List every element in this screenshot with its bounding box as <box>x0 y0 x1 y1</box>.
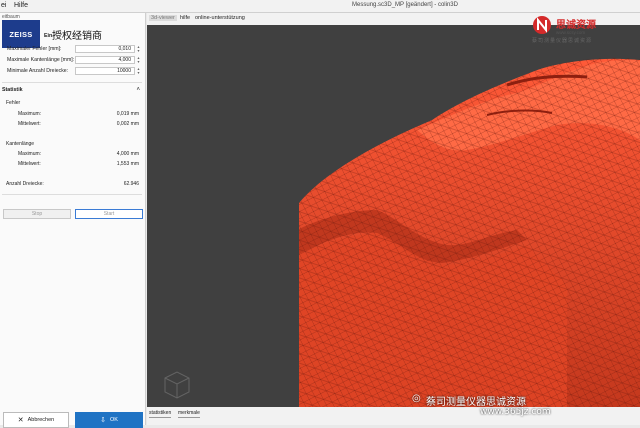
dreiecke-label: Anzahl Dreiecke: <box>6 181 44 187</box>
logo-name: 思诚资源 <box>556 20 596 31</box>
min-triangles-label: Minimale Anzahl Dreiecke: <box>7 68 69 74</box>
kanten-label: Kantenlänge <box>6 141 35 147</box>
fehler-max-value: 0,019 mm <box>116 111 139 117</box>
max-edge-label: Maximale Kantenlänge [mm]: <box>7 57 75 63</box>
tab-3d-viewer[interactable]: 3d-viewer <box>149 15 177 21</box>
tab-merkmale[interactable]: merkmale <box>178 410 200 418</box>
ok-button[interactable]: ⇩ OK <box>75 412 143 428</box>
mesh-render <box>147 25 640 407</box>
min-triangles-input[interactable]: 10000 <box>75 67 135 75</box>
kanten-mean-label: Mittelwert: <box>18 161 41 167</box>
divider <box>2 194 142 195</box>
min-triangles-spinner[interactable]: ▲ ▼ <box>136 67 141 75</box>
close-icon: ✕ <box>17 417 24 424</box>
ok-icon: ⇩ <box>100 417 106 424</box>
watermark: ◎ 蔡司测量仪器思诚资源 www.365jz.com <box>412 393 640 421</box>
zeiss-logo: ZEISS <box>2 20 40 48</box>
statistik-header-label: Statistik <box>2 87 23 93</box>
overlay-logo: 思诚资源 www.scsy.com 蔡司测量仪器思诚资源 <box>528 13 638 49</box>
max-error-spinner[interactable]: ▲ ▼ <box>136 45 141 53</box>
wechat-icon: ◎ <box>412 393 421 404</box>
tab-hilfe[interactable]: hilfe <box>178 15 192 21</box>
max-edge-row: Maximale Kantenlänge [mm]: 4,000 ▲ ▼ <box>5 56 141 65</box>
max-error-label: Maximaler Fehler [mm]: <box>7 46 62 52</box>
max-error-row: Maximaler Fehler [mm]: 0,010 ▲ ▼ <box>5 45 141 54</box>
tab-statistiken[interactable]: statistiken <box>149 410 172 418</box>
divider <box>2 82 142 83</box>
chevron-up-icon[interactable]: ˄ <box>136 87 140 93</box>
sicheng-n-icon <box>533 16 551 34</box>
kanten-mean-value: 1,553 mm <box>116 161 139 167</box>
settings-header-label: Ein <box>44 33 53 39</box>
cancel-button-label: Abbrechen <box>27 417 55 423</box>
menu-bar: ei Hilfe Messung.sc3D_MP [geändert] - co… <box>0 0 640 13</box>
max-error-input[interactable]: 0,010 <box>75 45 135 53</box>
max-edge-input[interactable]: 4,000 <box>75 56 135 64</box>
watermark-url: www.365jz.com <box>480 407 551 417</box>
kanten-max-label: Maximum: <box>18 151 42 157</box>
viewport-mask-left <box>147 25 299 407</box>
fehler-label: Fehler <box>6 100 21 106</box>
ok-button-label: OK <box>109 417 118 423</box>
logo-tagline: 蔡司测量仪器思诚资源 <box>532 38 593 44</box>
window-title: Messung.sc3D_MP [geändert] - colin3D <box>352 2 458 8</box>
dreiecke-value: 62.946 <box>123 181 139 187</box>
stop-button[interactable]: Stop <box>3 209 71 219</box>
left-panel: eitbaum ZEISS 授权经销商 Ein Maximaler Fehler… <box>0 13 146 428</box>
tab-online-support[interactable]: online-unterstützung <box>193 15 247 21</box>
menu-item-ei[interactable]: ei <box>1 2 6 9</box>
menu-item-hilfe[interactable]: Hilfe <box>14 2 28 9</box>
settings-header[interactable]: Ein <box>44 33 140 43</box>
kanten-max-value: 4,000 mm <box>116 151 139 157</box>
logo-url: www.scsy.com <box>556 30 586 35</box>
min-triangles-row: Minimale Anzahl Dreiecke: 10000 ▲ ▼ <box>5 67 141 76</box>
cancel-button[interactable]: ✕ Abbrechen <box>3 412 69 428</box>
statistik-header[interactable]: Statistik ˄ <box>2 87 142 97</box>
fehler-mean-label: Mittelwert: <box>18 121 41 127</box>
watermark-text: 蔡司测量仪器思诚资源 <box>426 397 526 408</box>
fehler-max-label: Maximum: <box>18 111 42 117</box>
max-edge-spinner[interactable]: ▲ ▼ <box>136 56 141 64</box>
fehler-mean-value: 0,002 mm <box>116 121 139 127</box>
start-button[interactable]: Start <box>75 209 143 219</box>
3d-viewport[interactable] <box>147 25 640 407</box>
